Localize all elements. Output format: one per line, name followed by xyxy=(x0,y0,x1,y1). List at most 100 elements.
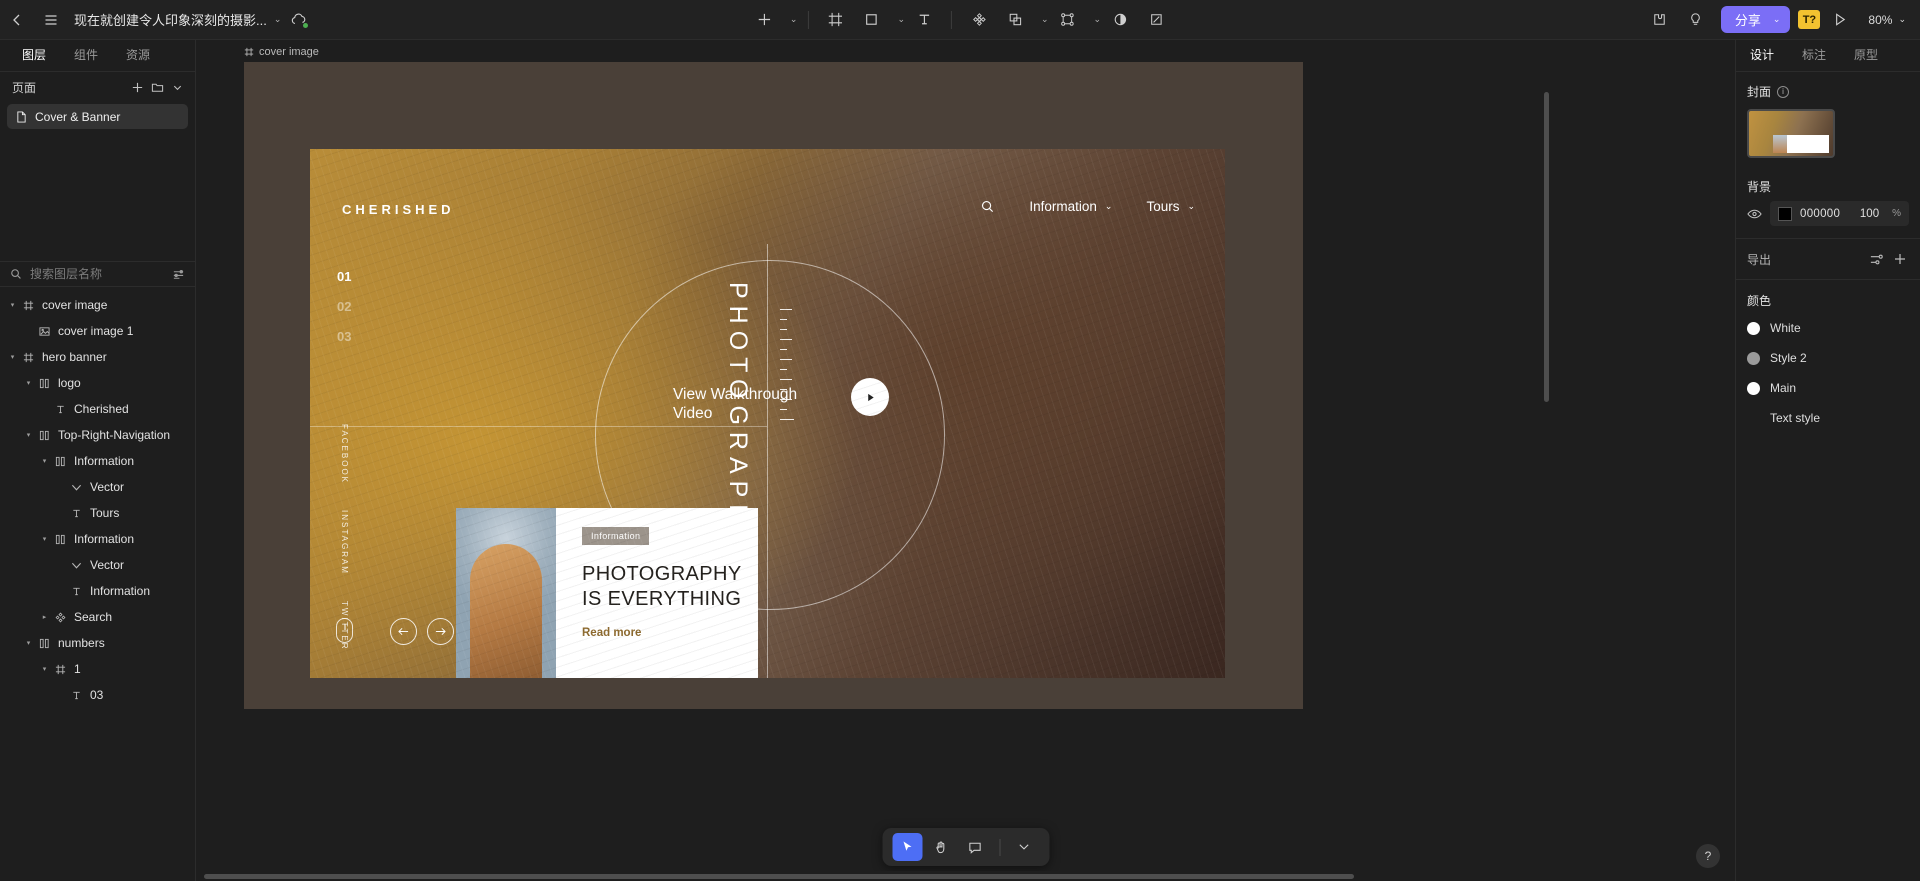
background-hex-value[interactable]: 000000 xyxy=(1800,208,1840,220)
hero-search-icon[interactable] xyxy=(980,199,995,214)
color-style-white[interactable]: White xyxy=(1747,321,1909,335)
move-tool-icon[interactable] xyxy=(892,833,922,861)
zoom-caret-icon[interactable]: ⌄ xyxy=(1898,14,1906,25)
tab-components[interactable]: 组件 xyxy=(60,40,112,71)
tab-design[interactable]: 设计 xyxy=(1746,40,1788,71)
social-instagram[interactable]: INSTAGRAM xyxy=(340,510,349,575)
layer-row[interactable]: ▾ hero banner xyxy=(0,344,195,370)
shape-tool-caret-icon[interactable]: ⌄ xyxy=(897,14,905,25)
hero-nav-tours[interactable]: Tours ⌄ xyxy=(1146,199,1195,214)
add-tool-caret-icon[interactable]: ⌄ xyxy=(790,14,798,25)
layer-row[interactable]: Vector xyxy=(0,552,195,578)
translate-badge[interactable]: T? xyxy=(1798,10,1821,29)
tab-assets[interactable]: 资源 xyxy=(112,40,164,71)
present-play-icon[interactable] xyxy=(1822,3,1856,37)
boolean-tool-icon[interactable] xyxy=(998,3,1032,37)
arrow-left-icon[interactable] xyxy=(390,618,417,645)
walkthrough-text[interactable]: View Walkthrough Video xyxy=(673,385,797,423)
hero-banner-design[interactable]: CHERISHED Information ⌄ Tours ⌄ 01 02 03 xyxy=(310,149,1225,678)
layer-expand-chevron-down-icon[interactable]: ▾ xyxy=(6,353,19,361)
document-title[interactable]: 现在就创建令人印象深刻的摄影... xyxy=(74,10,267,29)
canvas-horizontal-scrollbar[interactable] xyxy=(196,871,1735,881)
layer-expand-chevron-right-icon[interactable]: ▸ xyxy=(38,613,51,621)
info-icon[interactable]: i xyxy=(1777,85,1790,98)
component-tool-icon[interactable] xyxy=(962,3,996,37)
canvas-area[interactable]: cover image CHERISHED Information ⌄ Tour… xyxy=(196,40,1735,881)
slide-number-01[interactable]: 01 xyxy=(337,269,351,284)
layer-expand-chevron-down-icon[interactable]: ▾ xyxy=(38,457,51,465)
search-input[interactable] xyxy=(30,267,150,281)
crop-tool-icon[interactable] xyxy=(1139,3,1173,37)
background-color-swatch[interactable] xyxy=(1778,206,1792,221)
layer-row[interactable]: ▾ numbers xyxy=(0,630,195,656)
hero-info-card[interactable]: Information PHOTOGRAPHY IS EVERYTHING Re… xyxy=(456,508,758,678)
boolean-tool-caret-icon[interactable]: ⌄ xyxy=(1041,14,1049,25)
contrast-tool-icon[interactable] xyxy=(1103,3,1137,37)
collapse-pages-chevron-down-icon[interactable] xyxy=(167,77,187,97)
hand-tool-icon[interactable] xyxy=(926,833,956,861)
new-folder-icon[interactable] xyxy=(147,77,167,97)
background-color-field[interactable]: 000000 100 % xyxy=(1770,201,1909,226)
lightbulb-icon[interactable] xyxy=(1679,3,1713,37)
text-style-label[interactable]: Text style xyxy=(1770,411,1909,425)
cover-thumbnail[interactable] xyxy=(1747,109,1835,158)
settings-sliders-icon[interactable] xyxy=(1867,250,1885,268)
mask-tool-icon[interactable] xyxy=(1051,3,1085,37)
color-style-main[interactable]: Main xyxy=(1747,381,1909,395)
plugin-icon[interactable] xyxy=(1643,3,1677,37)
social-facebook[interactable]: FACEBOOK xyxy=(340,424,349,484)
layer-row[interactable]: Vector xyxy=(0,474,195,500)
back-button[interactable] xyxy=(0,3,34,37)
arrow-right-icon[interactable] xyxy=(427,618,454,645)
layer-row[interactable]: ▾ Information xyxy=(0,526,195,552)
share-caret-icon[interactable]: ⌄ xyxy=(1773,14,1781,25)
filter-icon[interactable] xyxy=(172,268,185,281)
hero-nav-information[interactable]: Information ⌄ xyxy=(1029,199,1112,214)
layer-expand-chevron-down-icon[interactable]: ▾ xyxy=(6,301,19,309)
main-menu-button[interactable] xyxy=(34,3,68,37)
add-tool-icon[interactable] xyxy=(747,3,781,37)
layer-row[interactable]: ▾ Top-Right-Navigation xyxy=(0,422,195,448)
layer-row[interactable]: ▾ logo xyxy=(0,370,195,396)
artboard[interactable]: CHERISHED Information ⌄ Tours ⌄ 01 02 03 xyxy=(244,62,1303,709)
frame-tool-icon[interactable] xyxy=(818,3,852,37)
zoom-control[interactable]: 80% ⌄ xyxy=(1868,13,1906,27)
layer-row[interactable]: ▾ Information xyxy=(0,448,195,474)
layer-expand-chevron-down-icon[interactable]: ▾ xyxy=(38,535,51,543)
layer-row[interactable]: cover image 1 xyxy=(0,318,195,344)
shape-tool-icon[interactable] xyxy=(854,3,888,37)
document-menu-caret-icon[interactable]: ⌄ xyxy=(274,14,282,25)
share-button[interactable]: 分享 ⌄ xyxy=(1720,6,1791,33)
comment-tool-icon[interactable] xyxy=(960,833,990,861)
tab-prototype[interactable]: 原型 xyxy=(1840,40,1892,71)
layer-expand-chevron-down-icon[interactable]: ▾ xyxy=(22,379,35,387)
layer-row[interactable]: Cherished xyxy=(0,396,195,422)
add-page-icon[interactable] xyxy=(127,77,147,97)
layer-expand-chevron-down-icon[interactable]: ▾ xyxy=(22,639,35,647)
info-card-read-more-link[interactable]: Read more xyxy=(582,627,758,639)
background-opacity-value[interactable]: 100 xyxy=(1860,208,1879,220)
slide-number-03[interactable]: 03 xyxy=(337,329,351,344)
page-item-cover-banner[interactable]: Cover & Banner xyxy=(7,104,188,129)
layer-row[interactable]: ▸ Search xyxy=(0,604,195,630)
layer-expand-chevron-down-icon[interactable]: ▾ xyxy=(22,431,35,439)
text-tool-icon[interactable] xyxy=(907,3,941,37)
layers-tree[interactable]: ▾ cover image cover image 1 ▾ hero banner ▾ lo… xyxy=(0,292,195,859)
add-export-plus-icon[interactable] xyxy=(1891,250,1909,268)
layer-row[interactable]: ▾ 1 xyxy=(0,656,195,682)
layer-expand-chevron-down-icon[interactable]: ▾ xyxy=(38,665,51,673)
canvas-vertical-scrollbar[interactable] xyxy=(1544,92,1549,402)
layer-search-bar[interactable] xyxy=(0,261,195,287)
cloud-sync-icon[interactable] xyxy=(281,3,315,37)
layer-row[interactable]: ▾ cover image xyxy=(0,292,195,318)
frame-label[interactable]: cover image xyxy=(244,46,319,58)
eye-icon[interactable] xyxy=(1747,208,1762,220)
tab-annotation[interactable]: 标注 xyxy=(1788,40,1840,71)
more-tools-chevron-down-icon[interactable] xyxy=(1009,833,1039,861)
mask-tool-caret-icon[interactable]: ⌄ xyxy=(1094,14,1102,25)
hero-play-button[interactable] xyxy=(851,378,889,416)
layer-row[interactable]: 03 xyxy=(0,682,195,708)
help-button[interactable]: ? xyxy=(1696,844,1720,868)
layer-row[interactable]: Information xyxy=(0,578,195,604)
tab-layers[interactable]: 图层 xyxy=(8,40,60,71)
